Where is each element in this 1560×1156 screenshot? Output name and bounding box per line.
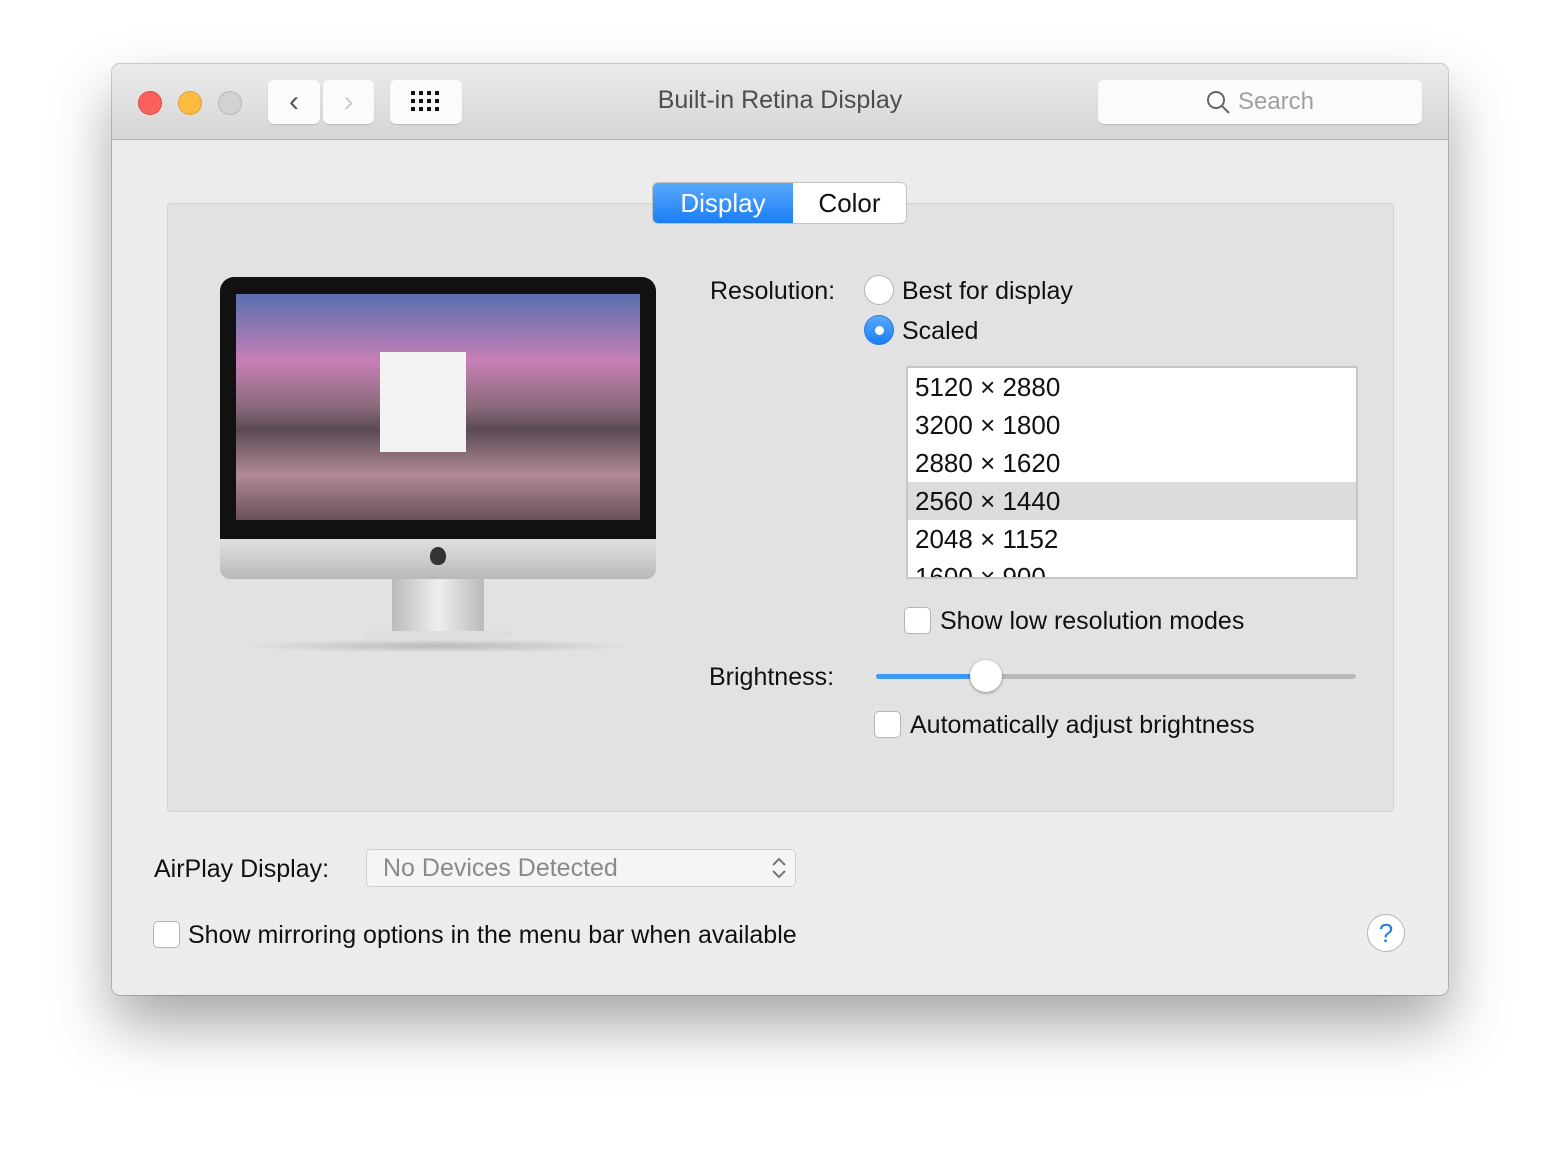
airplay-popup[interactable]: No Devices Detected <box>366 849 796 887</box>
search-placeholder: Search <box>1237 88 1315 115</box>
help-button[interactable]: ? <box>1367 914 1405 952</box>
airplay-value: No Devices Detected <box>383 854 618 882</box>
tab-bar: Display Color <box>653 183 906 223</box>
low-res-label[interactable]: Show low resolution modes <box>940 607 1244 636</box>
tab-color[interactable]: Color <box>793 183 906 223</box>
auto-brightness-checkbox[interactable] <box>874 711 901 738</box>
best-for-display-label[interactable]: Best for display <box>902 277 1073 306</box>
search-field[interactable]: Search <box>1098 80 1422 124</box>
list-item[interactable]: 1600 × 900 <box>908 558 1356 577</box>
scaled-label[interactable]: Scaled <box>902 317 978 346</box>
tab-display[interactable]: Display <box>653 183 793 223</box>
mirroring-checkbox[interactable] <box>153 921 180 948</box>
resolution-label: Resolution: <box>710 277 836 305</box>
mirroring-label[interactable]: Show mirroring options in the menu bar w… <box>188 921 797 950</box>
display-image <box>220 277 656 657</box>
best-for-display-radio[interactable] <box>864 275 894 305</box>
list-item[interactable]: 5120 × 2880 <box>908 368 1356 406</box>
brightness-slider[interactable] <box>876 660 1356 692</box>
list-item[interactable]: 2880 × 1620 <box>908 444 1356 482</box>
airplay-label: AirPlay Display: <box>154 855 330 883</box>
apple-logo-icon <box>430 547 446 565</box>
window: ‹ › Built-in Retina Display Search Displ… <box>112 64 1448 995</box>
resolution-list[interactable]: 5120 × 2880 3200 × 1800 2880 × 1620 2560… <box>906 366 1358 579</box>
chevron-updown-icon <box>772 857 786 879</box>
low-res-checkbox[interactable] <box>904 607 931 634</box>
auto-brightness-label[interactable]: Automatically adjust brightness <box>910 711 1255 740</box>
list-item[interactable]: 2048 × 1152 <box>908 520 1356 558</box>
search-icon <box>1206 91 1230 114</box>
scaled-radio[interactable] <box>864 315 894 345</box>
title-bar: ‹ › Built-in Retina Display Search <box>112 64 1448 140</box>
list-item-selected[interactable]: 2560 × 1440 <box>908 482 1356 520</box>
list-item[interactable]: 3200 × 1800 <box>908 406 1356 444</box>
brightness-label: Brightness: <box>709 663 835 691</box>
